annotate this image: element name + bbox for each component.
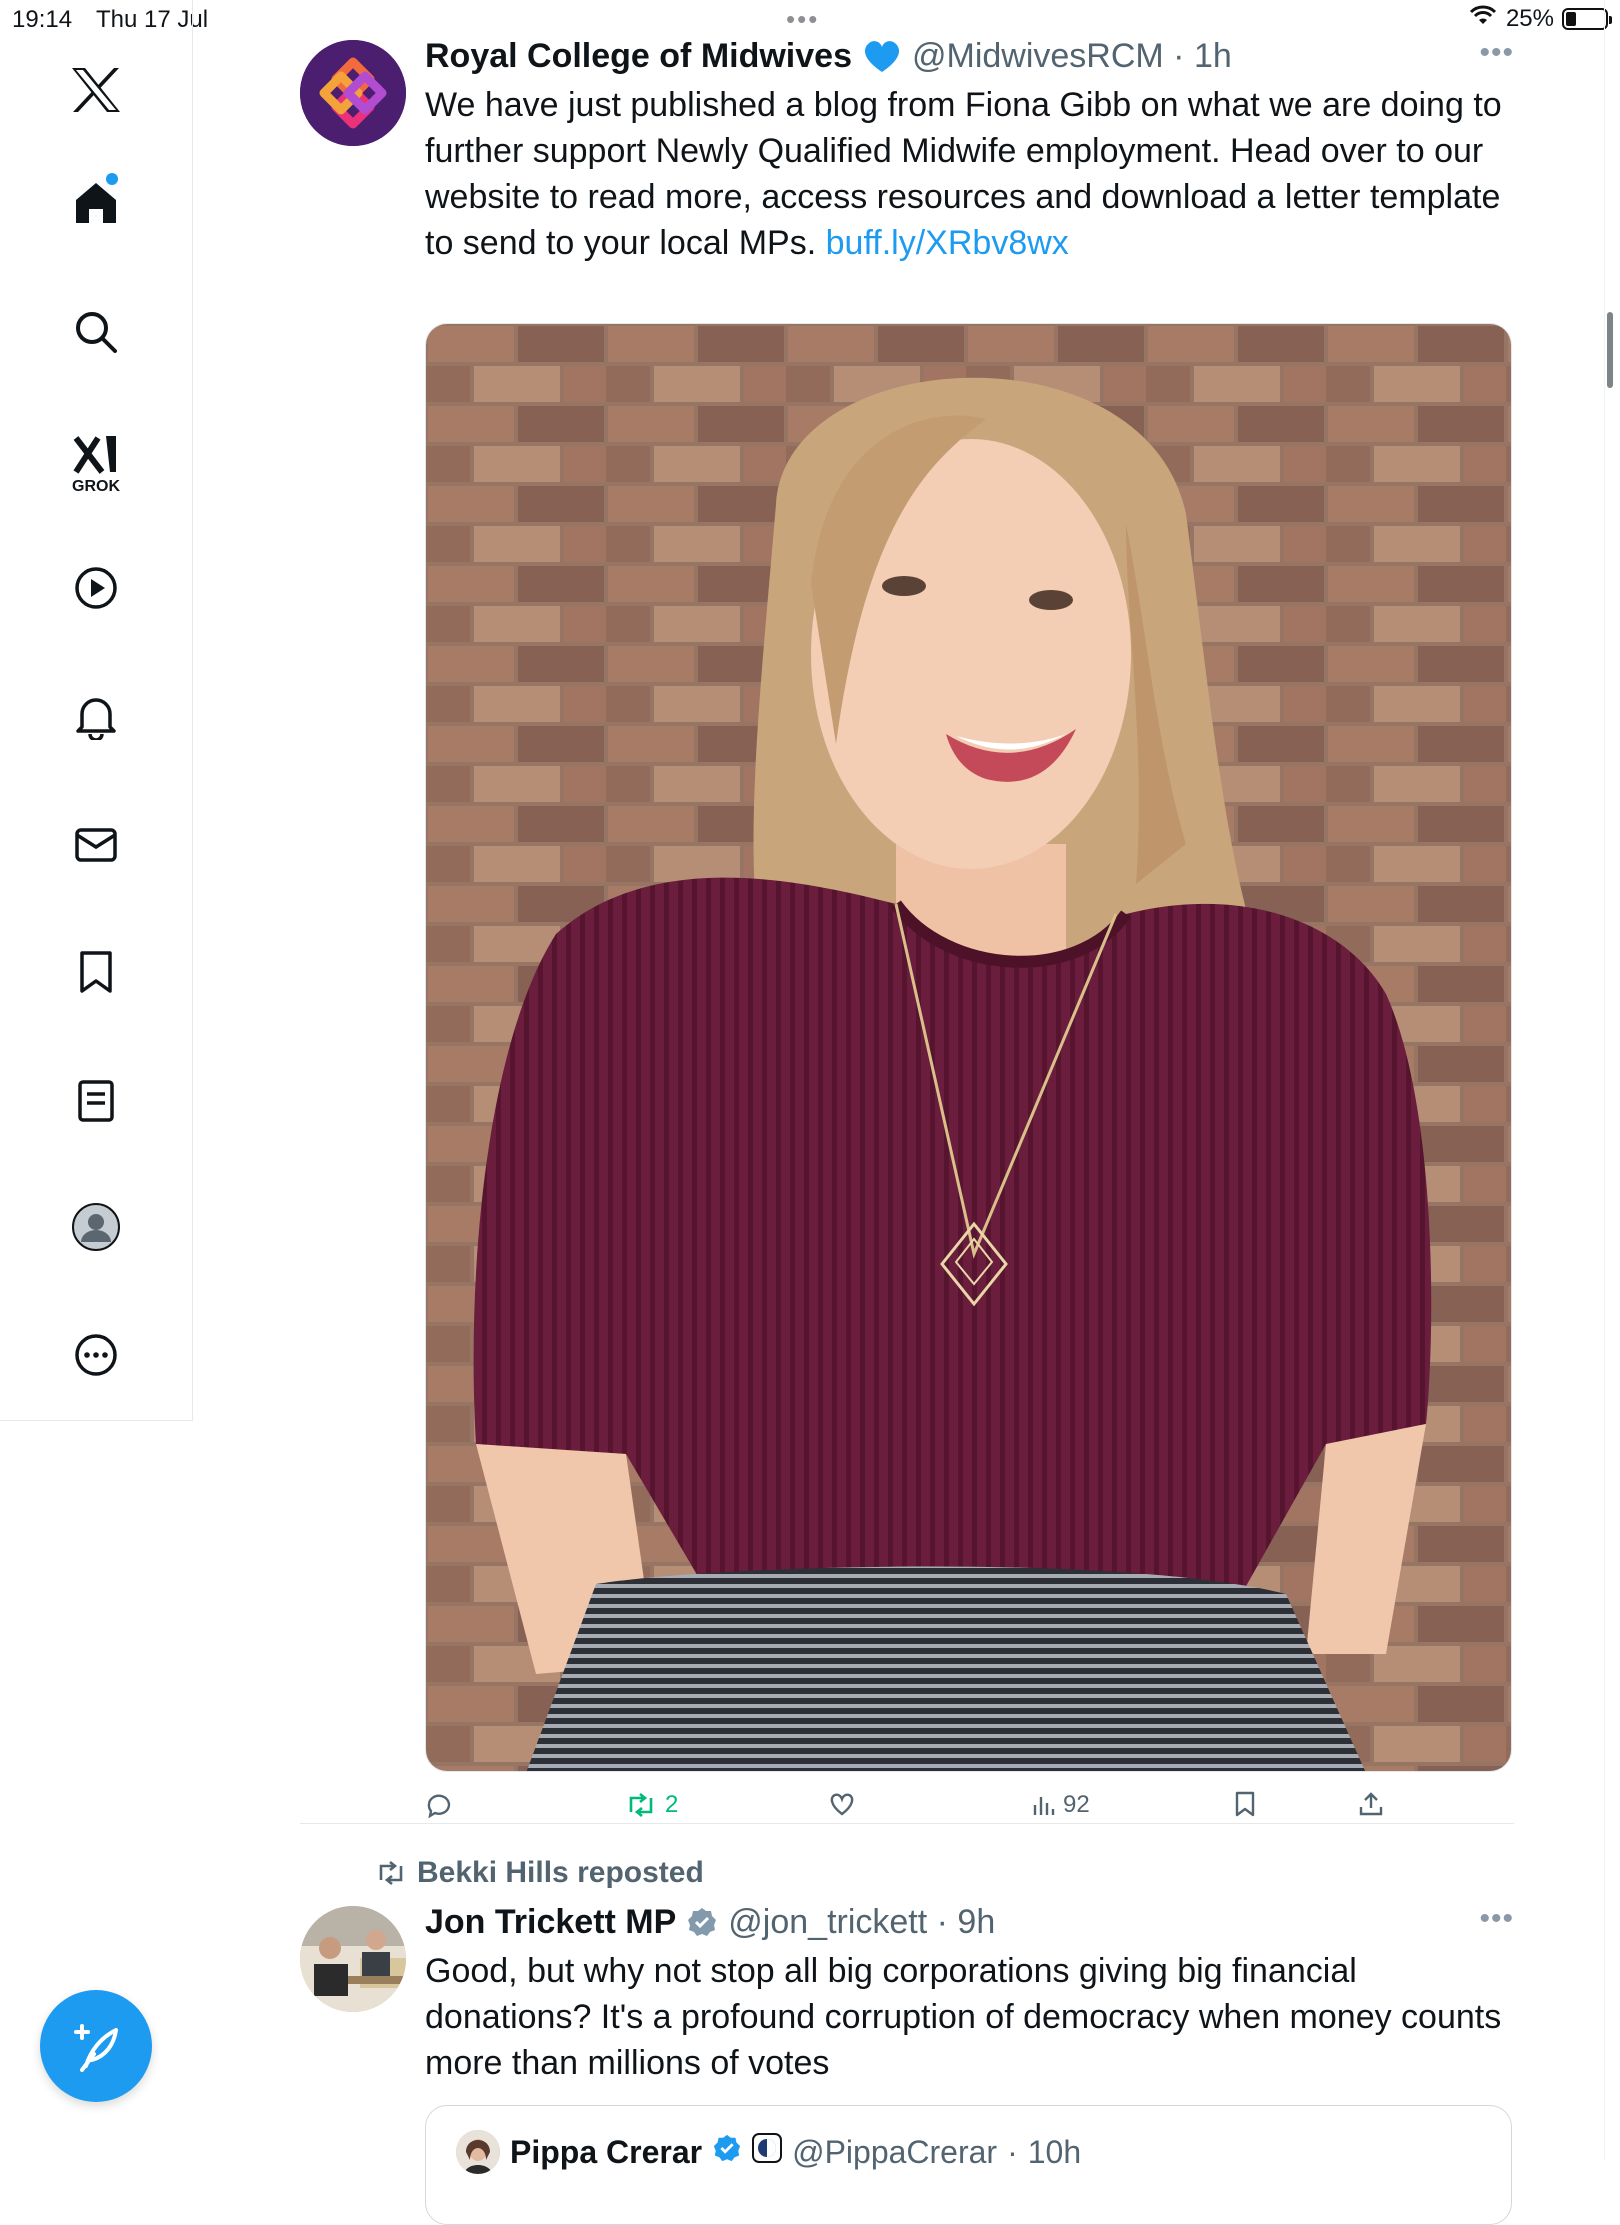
reply-button[interactable] <box>425 1791 461 1819</box>
grok-nav-item[interactable]: GROK <box>0 428 192 500</box>
like-button[interactable] <box>828 1791 864 1817</box>
views-count: 92 <box>1063 1791 1090 1818</box>
grok-icon <box>73 436 116 474</box>
home-icon[interactable] <box>0 178 192 228</box>
tweet-link[interactable]: buff.ly/XRbv8wx <box>826 224 1069 262</box>
timeline-border <box>1604 0 1605 2160</box>
repost-count: 2 <box>665 1791 679 1818</box>
more-options-icon[interactable]: ••• <box>1479 36 1514 70</box>
views-button[interactable]: 92 <box>1031 1791 1090 1819</box>
tweet-time[interactable]: 9h <box>957 1902 995 1942</box>
bookmark-icon <box>1235 1791 1255 1817</box>
repost-icon <box>379 1860 403 1886</box>
repost-button[interactable]: 2 <box>625 1791 678 1819</box>
quoted-tweet[interactable]: Pippa Crerar @PippaCrerar · 10h <box>425 2105 1512 2225</box>
rcm-avatar[interactable] <box>300 40 406 146</box>
home-notification-dot <box>106 173 118 185</box>
profile-avatar-icon[interactable] <box>0 1202 192 1252</box>
scrollbar[interactable] <box>1607 312 1613 388</box>
share-button[interactable] <box>1358 1791 1384 1817</box>
quoted-author-handle[interactable]: @PippaCrerar <box>792 2134 997 2171</box>
messages-envelope-icon[interactable] <box>0 820 192 870</box>
grok-label: GROK <box>72 478 120 495</box>
search-icon[interactable] <box>0 307 192 357</box>
reposted-by: Bekki Hills reposted <box>417 1856 704 1889</box>
tweet-text: We have just published a blog from Fiona… <box>425 82 1514 266</box>
tweet-divider <box>300 1823 1514 1824</box>
views-chart-icon <box>1033 1797 1055 1815</box>
portrait-photo <box>426 324 1511 1771</box>
tweet-photo[interactable] <box>425 323 1512 1772</box>
battery-percent: 25% <box>1505 4 1554 32</box>
repost-icon <box>629 1792 653 1818</box>
author-name[interactable]: Royal College of Midwives <box>425 36 852 76</box>
pippa-crerar-avatar[interactable] <box>456 2130 500 2174</box>
author-handle[interactable]: @MidwivesRCM <box>912 36 1164 76</box>
compose-feather-plus-icon <box>74 2024 118 2072</box>
compose-post-button[interactable] <box>40 1990 152 2102</box>
bookmark-button[interactable] <box>1234 1791 1256 1817</box>
verified-grey-badge-icon <box>686 1906 718 1938</box>
wifi-icon <box>1468 4 1498 33</box>
share-icon <box>1359 1792 1383 1816</box>
author-name[interactable]: Jon Trickett MP <box>425 1902 676 1942</box>
author-handle[interactable]: @jon_trickett <box>728 1902 927 1942</box>
x-logo-icon[interactable] <box>0 62 192 118</box>
battery-icon <box>1562 7 1612 30</box>
tweet[interactable]: Royal College of Midwives @MidwivesRCM ·… <box>300 36 1514 1826</box>
more-options-icon[interactable] <box>0 1330 192 1380</box>
tweet-header: Jon Trickett MP @jon_trickett · 9h <box>425 1902 996 1942</box>
avatar-photo <box>300 1906 406 2012</box>
heart-icon <box>830 1793 854 1816</box>
jon-trickett-avatar[interactable] <box>300 1906 406 2012</box>
affiliate-badge-icon <box>752 2133 783 2171</box>
more-options-icon[interactable]: ••• <box>1479 1902 1514 1936</box>
notifications-bell-icon[interactable] <box>0 692 192 742</box>
verified-blue-badge-icon <box>712 2133 742 2171</box>
rcm-logo-icon <box>300 40 406 146</box>
sidebar: GROK <box>0 0 193 1421</box>
quoted-tweet-time[interactable]: 10h <box>1028 2134 1081 2171</box>
lists-icon[interactable] <box>0 1076 192 1126</box>
tweet-header: Royal College of Midwives @MidwivesRCM ·… <box>425 36 1232 76</box>
blue-heart-icon <box>862 38 902 74</box>
repost-context[interactable]: Bekki Hills reposted <box>375 1856 704 1890</box>
quoted-tweet-header: Pippa Crerar @PippaCrerar · 10h <box>456 2130 1081 2174</box>
tweet-actions: 2 92 <box>425 1791 1512 1831</box>
reply-icon <box>427 1794 451 1819</box>
tweet-time[interactable]: 1h <box>1194 36 1232 76</box>
tweet-text: Good, but why not stop all big corporati… <box>425 1952 1502 2082</box>
bookmarks-icon[interactable] <box>0 947 192 997</box>
quoted-author-name[interactable]: Pippa Crerar <box>510 2134 702 2171</box>
multitasking-dots-icon[interactable]: ••• <box>786 4 819 35</box>
video-play-icon[interactable] <box>0 563 192 613</box>
status-bar: 19:14 Thu 17 Jul ••• 25% <box>0 0 1620 40</box>
